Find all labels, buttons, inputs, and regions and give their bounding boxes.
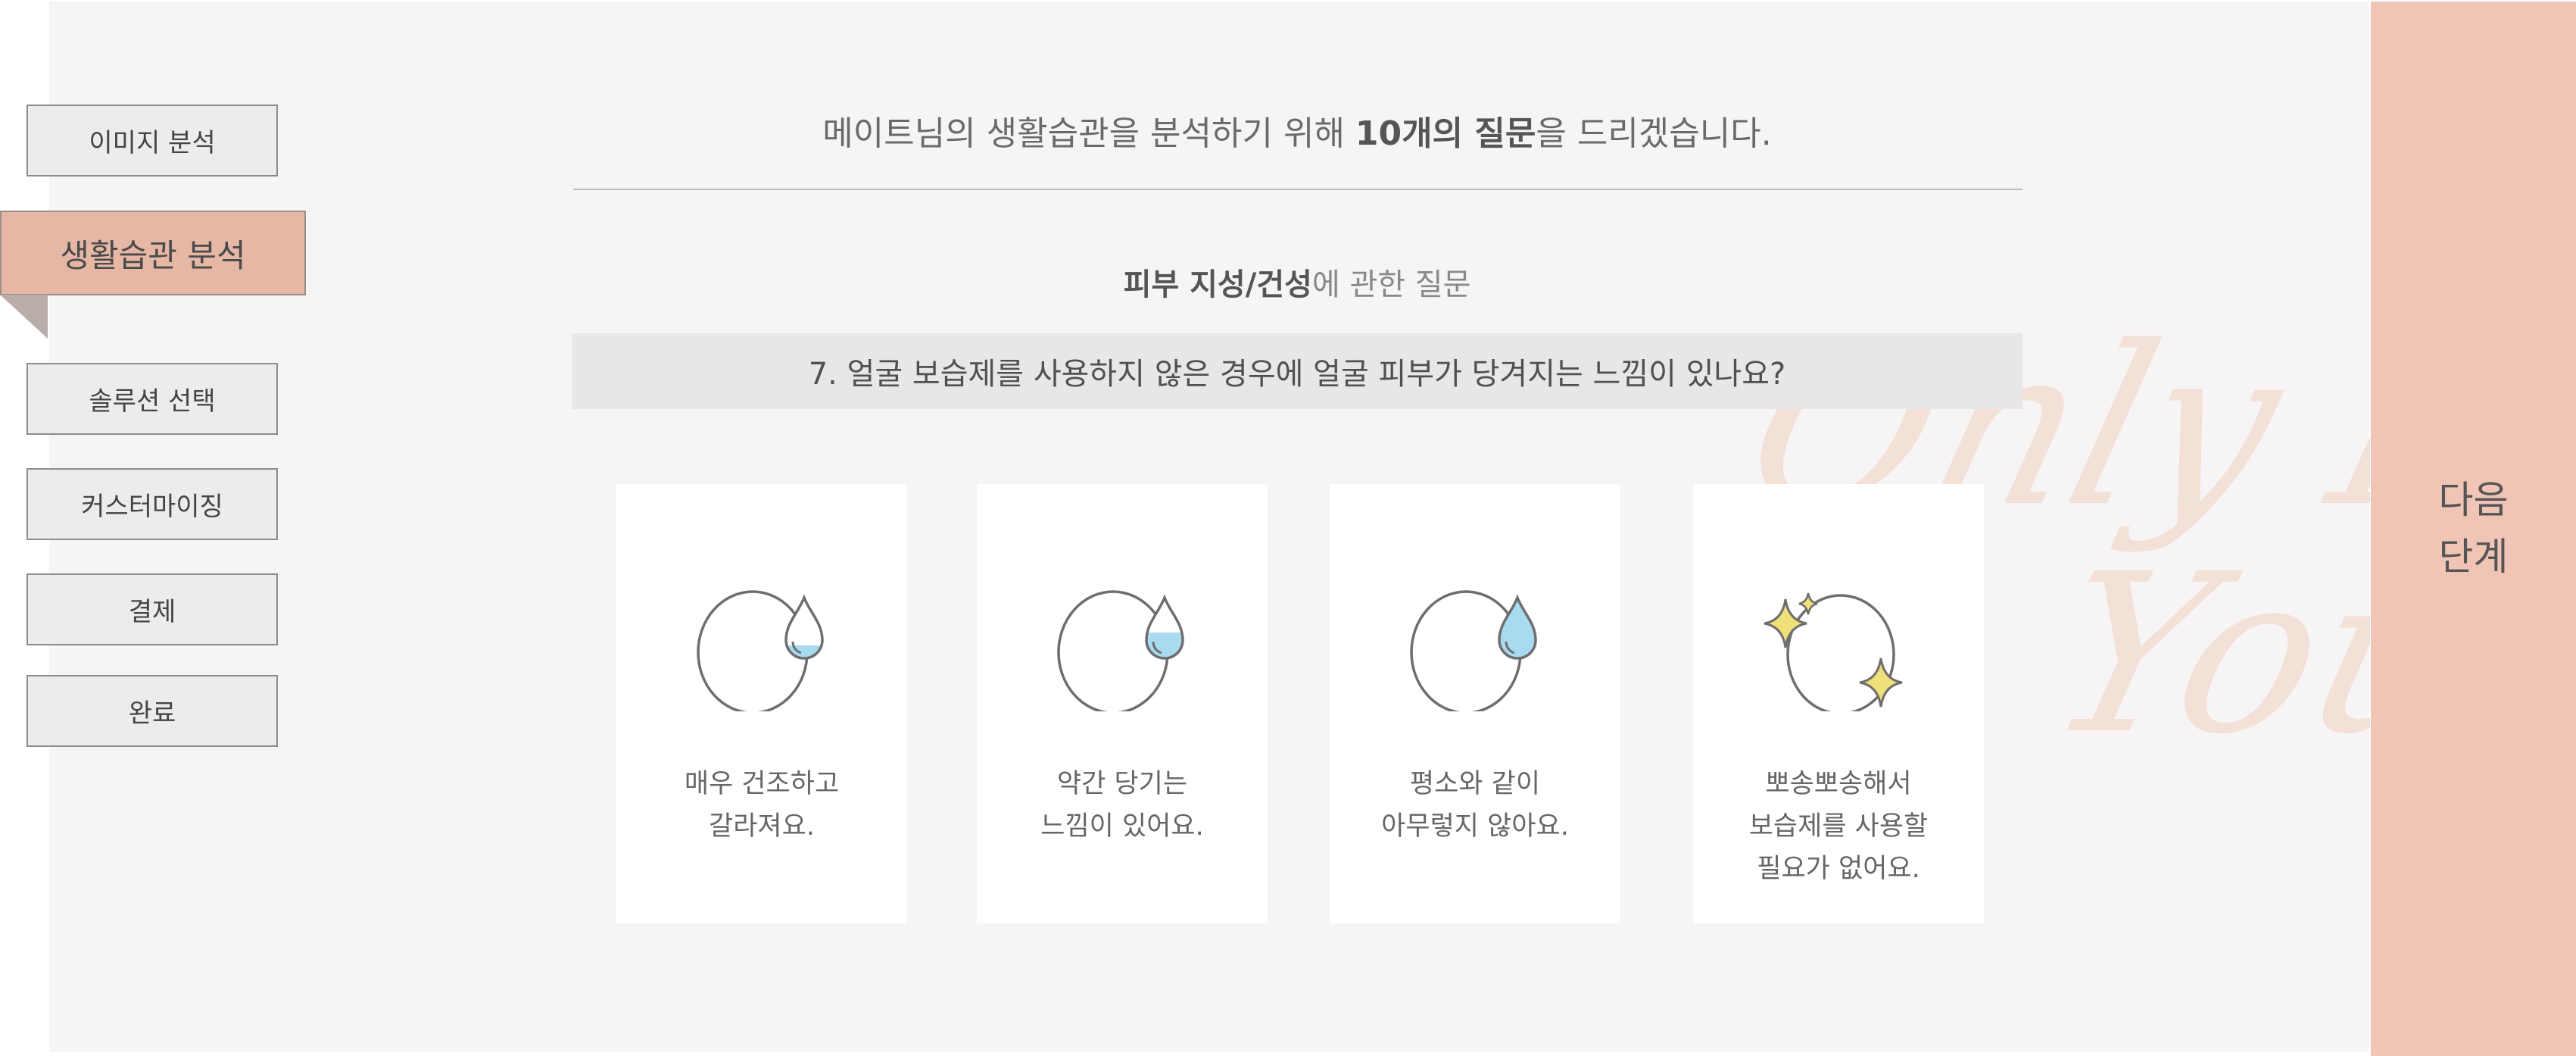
sidebar-item-label: 생활습관 분석 bbox=[60, 236, 246, 274]
next-step-button[interactable]: 다음 단계 bbox=[2371, 2, 2576, 1056]
section-title: 피부 지성/건성에 관한 질문 bbox=[572, 260, 2022, 304]
sidebar-item-label: 커스터마이징 bbox=[81, 492, 223, 522]
sidebar-item-payment[interactable]: 결제 bbox=[27, 573, 278, 645]
option-label-line2: 느낌이 있어요. bbox=[1040, 811, 1204, 842]
next-step-label-line1: 다음 bbox=[2438, 478, 2509, 522]
page-title: 메이트님의 생활습관을 분석하기 위해 10개의 질문을 드리겠습니다. bbox=[572, 106, 2022, 155]
next-step-label: 다음 단계 bbox=[2439, 472, 2509, 586]
face-sparkle-icon bbox=[1764, 592, 1903, 711]
face-drop-half-icon bbox=[1057, 590, 1184, 711]
option-card-no-need[interactable]: 뽀송뽀송해서 보습제를 사용할 필요가 없어요. bbox=[1693, 484, 1984, 923]
option-card-normal[interactable]: 평소와 같이 아무렇지 않아요. bbox=[1330, 484, 1620, 923]
sidebar-item-image-analysis[interactable]: 이미지 분석 bbox=[27, 105, 278, 177]
title-intro-post: 을 드리겠습니다. bbox=[1536, 114, 1772, 153]
sidebar-item-label: 솔루션 선택 bbox=[89, 386, 216, 417]
question-text: 7. 얼굴 보습제를 사용하지 않은 경우에 얼굴 피부가 당겨지는 느낌이 있… bbox=[808, 357, 1786, 392]
question-bar: 7. 얼굴 보습제를 사용하지 않은 경우에 얼굴 피부가 당겨지는 느낌이 있… bbox=[572, 333, 2022, 409]
option-label: 약간 당기는 느낌이 있어요. bbox=[977, 763, 1268, 848]
option-label-line2: 보습제를 사용할 bbox=[1748, 811, 1929, 842]
option-label-line3: 필요가 없어요. bbox=[1757, 854, 1920, 884]
section-topic: 피부 지성/건성 bbox=[1123, 267, 1312, 302]
sidebar-item-label: 완료 bbox=[128, 698, 176, 729]
option-card-very-dry[interactable]: 매우 건조하고 갈라져요. bbox=[616, 484, 907, 923]
title-question-count: 10개의 질문 bbox=[1355, 114, 1536, 153]
option-card-slightly-tight[interactable]: 약간 당기는 느낌이 있어요. bbox=[977, 484, 1268, 923]
next-step-label-line2: 단계 bbox=[2438, 535, 2509, 579]
face-drop-low-icon bbox=[697, 590, 824, 711]
sidebar-item-customizing[interactable]: 커스터마이징 bbox=[27, 468, 278, 540]
option-label-line1: 매우 건조하고 bbox=[684, 769, 840, 799]
sidebar-item-complete[interactable]: 완료 bbox=[27, 675, 278, 747]
title-intro-pre: 메이트님의 생활습관을 분석하기 위해 bbox=[822, 114, 1355, 153]
option-label-line2: 아무렇지 않아요. bbox=[1381, 811, 1569, 842]
option-label-line1: 평소와 같이 bbox=[1409, 769, 1541, 799]
option-label: 평소와 같이 아무렇지 않아요. bbox=[1330, 763, 1620, 848]
active-tab-fold bbox=[0, 295, 48, 339]
option-label: 매우 건조하고 갈라져요. bbox=[616, 763, 907, 848]
header-divider bbox=[573, 189, 2022, 190]
option-label-line1: 뽀송뽀송해서 bbox=[1765, 769, 1912, 799]
face-drop-full-icon bbox=[1410, 590, 1537, 711]
sidebar-item-lifestyle-analysis[interactable]: 생활습관 분석 bbox=[0, 211, 306, 295]
option-label-line1: 약간 당기는 bbox=[1056, 769, 1188, 799]
sidebar-item-label: 결제 bbox=[128, 597, 176, 627]
sidebar-item-label: 이미지 분석 bbox=[89, 128, 216, 158]
section-topic-rest: 에 관한 질문 bbox=[1311, 267, 1471, 302]
option-label-line2: 갈라져요. bbox=[709, 811, 815, 842]
sidebar-item-solution-select[interactable]: 솔루션 선택 bbox=[27, 363, 278, 435]
watermark-line2: You bbox=[2028, 527, 2370, 783]
option-label: 뽀송뽀송해서 보습제를 사용할 필요가 없어요. bbox=[1693, 763, 1984, 890]
